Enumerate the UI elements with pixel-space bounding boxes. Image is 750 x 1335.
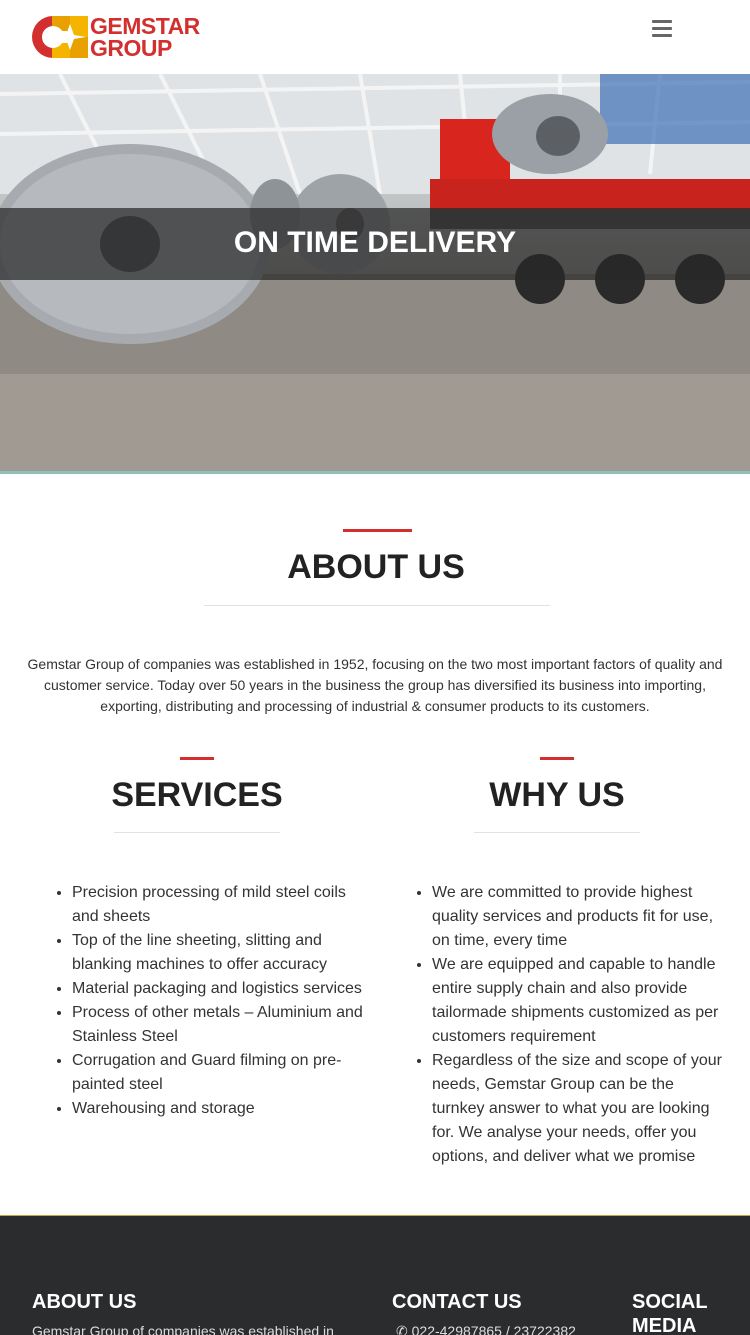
footer-about-text: Gemstar Group of companies was establish…	[32, 1323, 334, 1335]
logo-text-group: GROUP	[90, 35, 172, 61]
list-item: We are equipped and capable to handle en…	[432, 953, 730, 1049]
phone-icon: ✆	[396, 1323, 408, 1335]
about-text: Gemstar Group of companies was establish…	[27, 656, 723, 714]
logo-mark-icon	[32, 16, 88, 58]
hero-divider	[0, 471, 750, 474]
list-item: Warehousing and storage	[72, 1097, 372, 1121]
footer-social-title: SOCIAL MEDIA	[632, 1290, 708, 1335]
list-item: Regardless of the size and scope of your…	[432, 1049, 730, 1169]
hamburger-menu-icon[interactable]	[652, 20, 672, 38]
services-title: SERVICES	[111, 776, 283, 814]
footer-contact-title: CONTACT US	[392, 1291, 522, 1313]
about-accent-bar	[343, 529, 412, 532]
why-rule	[474, 832, 640, 833]
services-accent-bar	[180, 757, 214, 760]
list-item: Corrugation and Guard filming on pre-pai…	[72, 1049, 372, 1097]
footer-about-title: ABOUT US	[32, 1291, 137, 1313]
logo-wordmark: GEMSTAR GROUP	[90, 13, 200, 61]
footer-phone[interactable]: ✆ 022-42987865 / 23722382	[396, 1322, 576, 1335]
why-title: WHY US	[489, 776, 625, 814]
site-header: GEMSTAR GROUP	[0, 0, 750, 74]
why-list: We are committed to provide highest qual…	[412, 881, 730, 1169]
gemstar-logo[interactable]: GEMSTAR GROUP	[30, 14, 200, 62]
logo-text-gemstar: GEMSTAR	[90, 13, 200, 39]
services-list: Precision processing of mild steel coils…	[52, 881, 372, 1121]
phone-number: 022-42987865 / 23722382	[411, 1323, 576, 1335]
list-item: Material packaging and logistics service…	[72, 977, 372, 1001]
about-title: ABOUT US	[287, 548, 465, 586]
list-item: Precision processing of mild steel coils…	[72, 881, 372, 929]
footer-social-title-line2: MEDIA	[632, 1315, 697, 1335]
footer-social-title-line1: SOCIAL	[632, 1291, 708, 1313]
hero-caption: ON TIME DELIVERY	[233, 226, 517, 259]
why-accent-bar	[540, 757, 574, 760]
about-rule	[204, 605, 550, 606]
list-item: Process of other metals – Aluminium and …	[72, 1001, 372, 1049]
list-item: Top of the line sheeting, slitting and b…	[72, 929, 372, 977]
services-rule	[114, 832, 280, 833]
list-item: We are committed to provide highest qual…	[432, 881, 730, 953]
